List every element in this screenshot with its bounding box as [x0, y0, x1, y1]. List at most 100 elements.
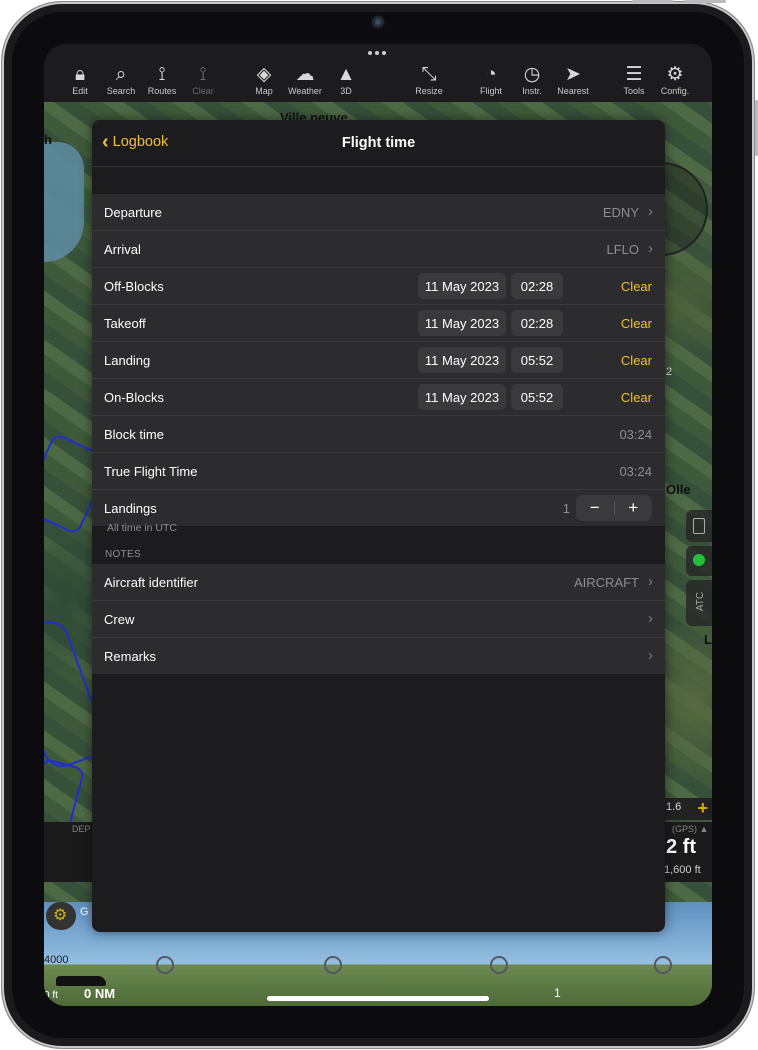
- dep-label: DEP: [72, 824, 91, 834]
- lake: [44, 142, 84, 262]
- off-blocks-clear-button[interactable]: Clear: [621, 279, 652, 294]
- landings-label: Landings: [104, 501, 157, 516]
- crew-row[interactable]: Crew ›: [92, 601, 665, 638]
- resize-icon: ⤡: [421, 64, 437, 85]
- volume-button: [632, 0, 674, 3]
- front-camera: [372, 16, 384, 28]
- status-tab[interactable]: [686, 546, 712, 576]
- screen: Ville neuve h Olle L 2 ATC DEP (GPS) ▲ 2…: [44, 44, 712, 1006]
- plus-icon[interactable]: +: [697, 798, 708, 819]
- arrival-row[interactable]: Arrival LFLO ›: [92, 231, 665, 268]
- waypoint-marker: [490, 956, 508, 974]
- aircraft-identifier-row[interactable]: Aircraft identifier AIRCRAFT ›: [92, 564, 665, 601]
- profile-one: 1: [554, 986, 561, 1000]
- toolbar-3d[interactable]: ▲ 3D: [322, 64, 370, 96]
- notes-group: Aircraft identifier AIRCRAFT › Crew › Re…: [92, 564, 665, 674]
- aircraft-icon: [56, 976, 106, 986]
- profile-g: G: [80, 906, 89, 918]
- true-flight-time-row: True Flight Time 03:24: [92, 453, 665, 490]
- chevron-right-icon: ›: [648, 647, 653, 664]
- altitude-ref: 1,600 ft: [664, 864, 701, 876]
- landing-date[interactable]: 11 May 2023: [418, 347, 506, 373]
- status-dot-icon: [693, 554, 705, 566]
- nav-bar: ‹ Logbook Flight time: [92, 120, 665, 167]
- more-dots-icon[interactable]: [368, 51, 388, 57]
- toolbar-clear[interactable]: ⟟ Clear: [179, 64, 227, 96]
- landings-row: Landings 1 − +: [92, 490, 665, 526]
- gps-label: (GPS) ▲: [672, 824, 709, 834]
- zoom-control[interactable]: 1.6 +: [664, 798, 712, 820]
- waypoint-marker: [654, 956, 672, 974]
- atc-tab[interactable]: ATC: [686, 580, 712, 626]
- plus-button[interactable]: +: [615, 495, 653, 521]
- profile-zero-ft: 0 ft: [44, 990, 58, 1001]
- profile-4000: 4000: [44, 954, 69, 966]
- gear-icon: ⚙: [666, 64, 684, 85]
- chevron-right-icon: ›: [648, 610, 653, 627]
- gear-icon: ⚙: [53, 907, 68, 924]
- departure-label: Departure: [104, 205, 162, 220]
- landing-label: Landing: [104, 353, 151, 368]
- true-flight-time-value: 03:24: [619, 464, 652, 479]
- aircraft-identifier-label: Aircraft identifier: [104, 575, 198, 590]
- off-blocks-time[interactable]: 02:28: [511, 273, 563, 299]
- notes-section-header: NOTES: [105, 549, 141, 560]
- block-time-value: 03:24: [619, 427, 652, 442]
- landing-clear-button[interactable]: Clear: [621, 353, 652, 368]
- waypoint-marker: [324, 956, 342, 974]
- landing-row: Landing 11 May 2023 05:52 Clear: [92, 342, 665, 379]
- flight-time-panel: ‹ Logbook Flight time Departure EDNY › A…: [92, 120, 665, 932]
- route-line: [44, 757, 86, 831]
- map-label-h: h: [44, 132, 52, 147]
- on-blocks-time[interactable]: 05:52: [511, 384, 563, 410]
- nearest-icon: ➤: [565, 64, 581, 85]
- on-blocks-date[interactable]: 11 May 2023: [418, 384, 506, 410]
- block-time-row: Block time 03:24: [92, 416, 665, 453]
- on-blocks-row: On-Blocks 11 May 2023 05:52 Clear: [92, 379, 665, 416]
- profile-zero-nm: 0 NM: [84, 986, 116, 1001]
- true-flight-time-label: True Flight Time: [104, 464, 198, 479]
- departure-value: EDNY: [602, 205, 639, 220]
- utc-footnote: All time in UTC: [107, 522, 178, 534]
- minus-button[interactable]: −: [576, 495, 614, 521]
- toolbar-resize[interactable]: ⤡ Resize: [405, 64, 453, 96]
- chevron-right-icon: ›: [648, 240, 653, 257]
- off-blocks-label: Off-Blocks: [104, 279, 164, 294]
- landings-stepper[interactable]: − +: [576, 495, 652, 521]
- map-label-olle: Olle: [666, 482, 691, 497]
- page-title: Flight time: [341, 135, 416, 151]
- top-toolbar: 🔒︎ Edit ⌕ Search ⟟ Routes ⟟ Clear ◈ Map ☁ Weat…: [44, 44, 712, 102]
- arrival-value: LFLO: [606, 242, 639, 257]
- zoom-value: 1.6: [666, 801, 682, 813]
- takeoff-date[interactable]: 11 May 2023: [418, 310, 506, 336]
- takeoff-label: Takeoff: [104, 316, 146, 331]
- landings-count: 1: [562, 501, 570, 516]
- settings-button[interactable]: ⚙: [46, 902, 76, 930]
- atc-label: ATC: [695, 591, 707, 612]
- takeoff-clear-button[interactable]: Clear: [621, 316, 652, 331]
- waypoint-marker: [156, 956, 174, 974]
- takeoff-row: Takeoff 11 May 2023 02:28 Clear: [92, 305, 665, 342]
- remarks-row[interactable]: Remarks ›: [92, 638, 665, 674]
- departure-row[interactable]: Departure EDNY ›: [92, 194, 665, 231]
- crew-label: Crew: [104, 612, 135, 627]
- map-label-l: L: [704, 632, 712, 647]
- volume-button-2: [684, 0, 726, 3]
- block-time-label: Block time: [104, 427, 164, 442]
- checklist-tab[interactable]: [686, 510, 712, 542]
- map-label-2: 2: [666, 366, 673, 378]
- altitude-value: 2 ft: [666, 836, 696, 858]
- on-blocks-clear-button[interactable]: Clear: [621, 390, 652, 405]
- home-indicator[interactable]: [267, 996, 489, 1001]
- clear-icon: ⟟: [199, 64, 207, 85]
- off-blocks-date[interactable]: 11 May 2023: [418, 273, 506, 299]
- takeoff-time[interactable]: 02:28: [511, 310, 563, 336]
- toolbar-nearest[interactable]: ➤ Nearest: [549, 64, 597, 96]
- off-blocks-row: Off-Blocks 11 May 2023 02:28 Clear: [92, 268, 665, 305]
- landing-time[interactable]: 05:52: [511, 347, 563, 373]
- remarks-label: Remarks: [104, 649, 157, 664]
- chevron-right-icon: ›: [648, 573, 653, 590]
- flight-times-group: Departure EDNY › Arrival LFLO › Off-Bloc…: [92, 194, 665, 526]
- toolbar-config[interactable]: ⚙ Config.: [651, 64, 699, 96]
- aircraft-identifier-value: AIRCRAFT: [574, 575, 639, 590]
